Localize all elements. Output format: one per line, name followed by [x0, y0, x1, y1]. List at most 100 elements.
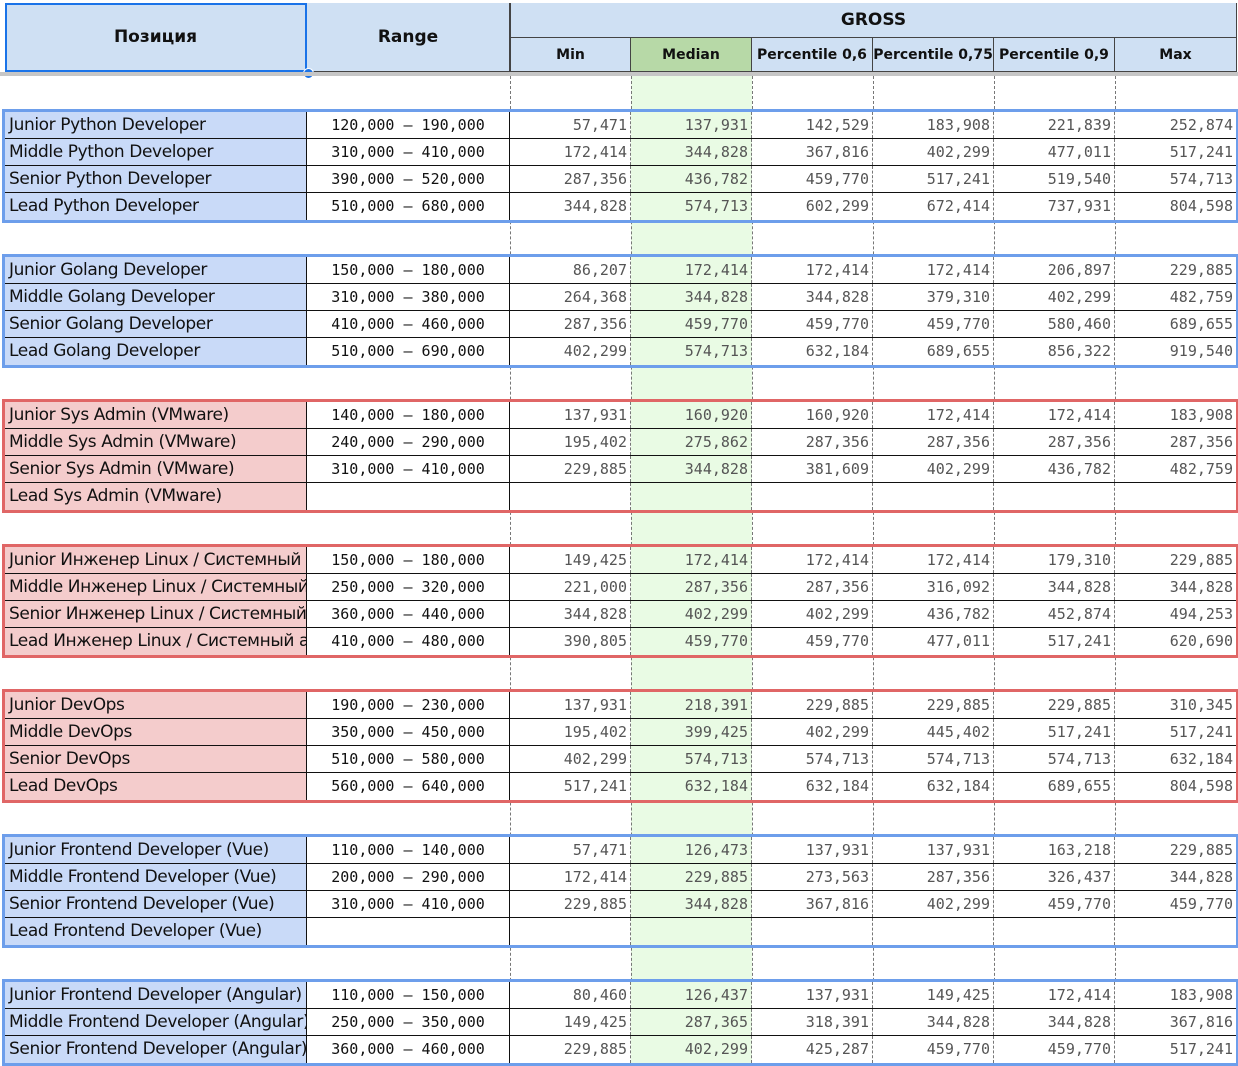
percentile-09-cell[interactable]: 163,218 [994, 837, 1115, 863]
percentile-075-cell[interactable]: 402,299 [873, 891, 994, 917]
max-cell[interactable]: 804,598 [1115, 193, 1236, 220]
percentile-06-cell[interactable]: 402,299 [752, 719, 873, 745]
max-cell[interactable]: 344,828 [1115, 864, 1236, 890]
percentile-075-cell[interactable]: 689,655 [873, 338, 994, 365]
min-cell[interactable]: 390,805 [510, 628, 631, 655]
percentile-09-cell[interactable]: 221,839 [994, 112, 1115, 138]
percentile-09-cell[interactable]: 287,356 [994, 429, 1115, 455]
percentile-09-cell[interactable] [994, 918, 1115, 945]
max-cell[interactable]: 517,241 [1115, 1036, 1236, 1063]
percentile-06-cell[interactable]: 367,816 [752, 139, 873, 165]
percentile-075-cell[interactable]: 436,782 [873, 601, 994, 627]
median-cell[interactable]: 399,425 [631, 719, 752, 745]
position-name-cell[interactable]: Lead Frontend Developer (Vue) [5, 918, 307, 945]
max-cell[interactable]: 482,759 [1115, 284, 1236, 310]
percentile-06-cell[interactable]: 459,770 [752, 166, 873, 192]
min-cell[interactable]: 402,299 [510, 746, 631, 772]
percentile-09-cell[interactable]: 402,299 [994, 284, 1115, 310]
percentile-09-cell[interactable]: 179,310 [994, 547, 1115, 573]
position-name-cell[interactable]: Junior Sys Admin (VMware) [5, 402, 307, 428]
percentile-09-cell[interactable]: 574,713 [994, 746, 1115, 772]
position-name-cell[interactable]: Lead DevOps [5, 773, 307, 800]
median-cell[interactable]: 574,713 [631, 338, 752, 365]
median-cell[interactable]: 632,184 [631, 773, 752, 800]
range-cell[interactable]: 150,000 – 180,000 [307, 257, 510, 283]
min-cell[interactable]: 402,299 [510, 338, 631, 365]
median-cell[interactable]: 275,862 [631, 429, 752, 455]
max-cell[interactable]: 632,184 [1115, 746, 1236, 772]
percentile-06-cell[interactable] [752, 918, 873, 945]
position-name-cell[interactable]: Junior Инженер Linux / Системный а [5, 547, 307, 573]
percentile-09-cell[interactable] [994, 483, 1115, 510]
percentile-06-cell[interactable]: 160,920 [752, 402, 873, 428]
percentile-06-cell[interactable]: 287,356 [752, 574, 873, 600]
max-cell[interactable]: 494,253 [1115, 601, 1236, 627]
median-cell[interactable]: 574,713 [631, 193, 752, 220]
percentile-075-cell[interactable]: 149,425 [873, 982, 994, 1008]
max-cell[interactable]: 183,908 [1115, 402, 1236, 428]
min-cell[interactable]: 195,402 [510, 429, 631, 455]
min-cell[interactable]: 86,207 [510, 257, 631, 283]
percentile-09-cell[interactable]: 737,931 [994, 193, 1115, 220]
percentile-06-cell[interactable]: 602,299 [752, 193, 873, 220]
range-cell[interactable]: 510,000 – 680,000 [307, 193, 510, 220]
percentile-075-cell[interactable]: 172,414 [873, 402, 994, 428]
percentile-075-cell[interactable]: 287,356 [873, 429, 994, 455]
median-cell[interactable]: 459,770 [631, 311, 752, 337]
percentile-06-cell[interactable]: 632,184 [752, 338, 873, 365]
median-cell[interactable]: 137,931 [631, 112, 752, 138]
median-cell[interactable]: 344,828 [631, 139, 752, 165]
position-name-cell[interactable]: Junior Golang Developer [5, 257, 307, 283]
position-name-cell[interactable]: Lead Golang Developer [5, 338, 307, 365]
max-cell[interactable]: 517,241 [1115, 139, 1236, 165]
median-cell[interactable]: 402,299 [631, 601, 752, 627]
position-name-cell[interactable]: Middle Sys Admin (VMware) [5, 429, 307, 455]
min-cell[interactable]: 229,885 [510, 1036, 631, 1063]
median-cell[interactable] [631, 483, 752, 510]
position-name-cell[interactable]: Junior Frontend Developer (Angular) [5, 982, 307, 1008]
range-cell[interactable]: 250,000 – 350,000 [307, 1009, 510, 1035]
range-cell[interactable]: 510,000 – 690,000 [307, 338, 510, 365]
header-median[interactable]: Median [631, 38, 752, 72]
max-cell[interactable]: 287,356 [1115, 429, 1236, 455]
percentile-09-cell[interactable]: 689,655 [994, 773, 1115, 800]
median-cell[interactable]: 402,299 [631, 1036, 752, 1063]
range-cell[interactable]: 150,000 – 180,000 [307, 547, 510, 573]
min-cell[interactable]: 287,356 [510, 166, 631, 192]
range-cell[interactable]: 200,000 – 290,000 [307, 864, 510, 890]
median-cell[interactable]: 126,437 [631, 982, 752, 1008]
frozen-rows-divider[interactable] [0, 72, 1238, 76]
percentile-06-cell[interactable] [752, 483, 873, 510]
percentile-06-cell[interactable]: 381,609 [752, 456, 873, 482]
min-cell[interactable]: 57,471 [510, 837, 631, 863]
position-name-cell[interactable]: Junior Frontend Developer (Vue) [5, 837, 307, 863]
min-cell[interactable]: 287,356 [510, 311, 631, 337]
median-cell[interactable]: 218,391 [631, 692, 752, 718]
header-gross[interactable]: GROSS [510, 3, 1237, 38]
percentile-075-cell[interactable]: 229,885 [873, 692, 994, 718]
percentile-09-cell[interactable]: 206,897 [994, 257, 1115, 283]
max-cell[interactable]: 459,770 [1115, 891, 1236, 917]
percentile-06-cell[interactable]: 287,356 [752, 429, 873, 455]
median-cell[interactable]: 344,828 [631, 284, 752, 310]
header-min[interactable]: Min [510, 38, 631, 72]
position-name-cell[interactable]: Senior Frontend Developer (Vue) [5, 891, 307, 917]
percentile-075-cell[interactable]: 379,310 [873, 284, 994, 310]
min-cell[interactable]: 149,425 [510, 547, 631, 573]
min-cell[interactable]: 80,460 [510, 982, 631, 1008]
header-percentile-06[interactable]: Percentile 0,6 [752, 38, 873, 72]
percentile-09-cell[interactable]: 517,241 [994, 628, 1115, 655]
max-cell[interactable]: 689,655 [1115, 311, 1236, 337]
percentile-075-cell[interactable]: 477,011 [873, 628, 994, 655]
range-cell[interactable]: 310,000 – 410,000 [307, 891, 510, 917]
max-cell[interactable]: 482,759 [1115, 456, 1236, 482]
percentile-075-cell[interactable]: 344,828 [873, 1009, 994, 1035]
percentile-09-cell[interactable]: 172,414 [994, 982, 1115, 1008]
range-cell[interactable]: 250,000 – 320,000 [307, 574, 510, 600]
percentile-075-cell[interactable]: 172,414 [873, 257, 994, 283]
percentile-075-cell[interactable]: 672,414 [873, 193, 994, 220]
range-cell[interactable]: 350,000 – 450,000 [307, 719, 510, 745]
percentile-06-cell[interactable]: 402,299 [752, 601, 873, 627]
position-name-cell[interactable]: Middle DevOps [5, 719, 307, 745]
percentile-09-cell[interactable]: 229,885 [994, 692, 1115, 718]
